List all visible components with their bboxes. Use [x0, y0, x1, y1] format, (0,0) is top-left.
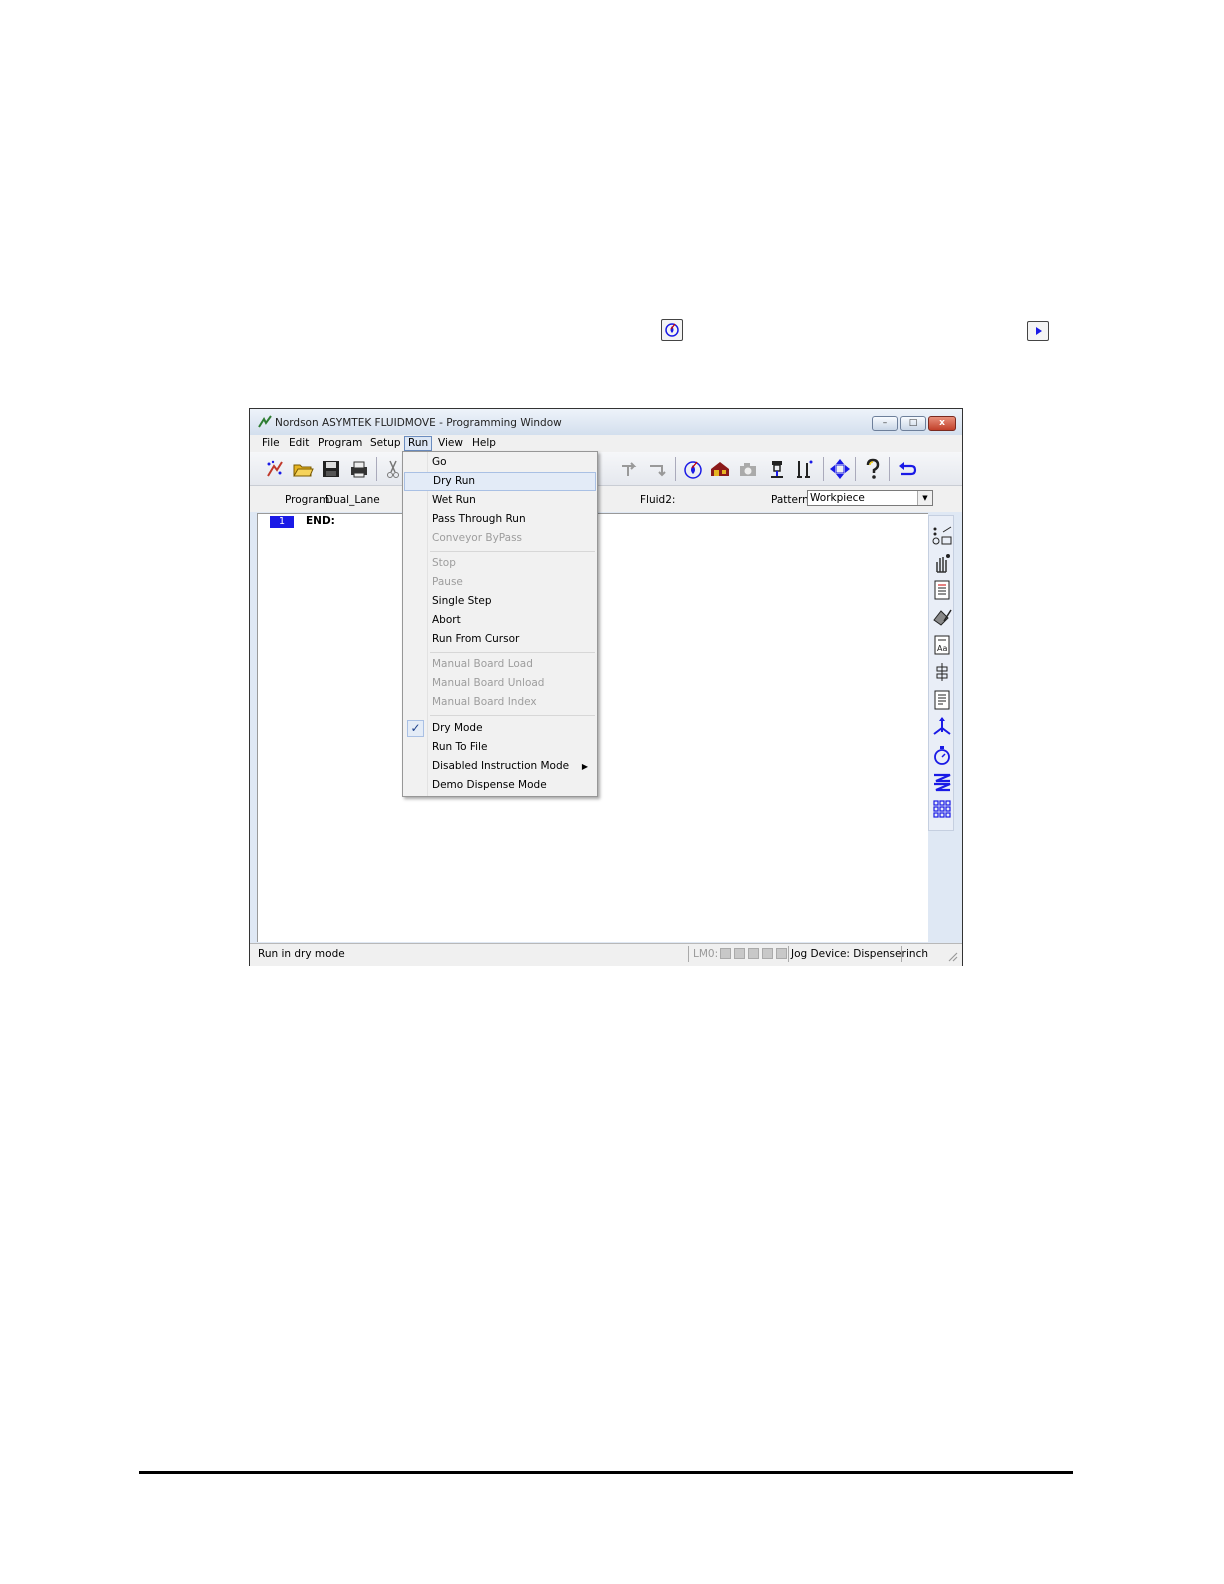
report-icon[interactable]: Aa — [931, 634, 953, 656]
help-icon[interactable] — [862, 458, 884, 480]
menu-view[interactable]: View — [435, 436, 466, 451]
menu-item-run-to-file[interactable]: Run To File — [404, 738, 596, 757]
status-message: Run in dry mode — [258, 948, 345, 960]
menu-item-run-from-cursor[interactable]: Run From Cursor — [404, 630, 596, 649]
tools-icon[interactable] — [931, 606, 953, 628]
program-value: Dual_Lane — [325, 494, 380, 506]
undo-icon[interactable] — [896, 458, 918, 480]
lm-indicator — [734, 948, 745, 959]
open-icon[interactable] — [292, 458, 314, 480]
status-bar: Run in dry mode LM0: Jog Device: Dispens… — [250, 943, 962, 966]
menu-program[interactable]: Program — [315, 436, 365, 451]
menu-item-manual-board-index: Manual Board Index — [432, 696, 537, 708]
page-footer-rule — [139, 1471, 1073, 1474]
status-divider — [688, 946, 689, 962]
lm-indicator — [776, 948, 787, 959]
program-info-bar: Program: Dual_Lane Fluid2: Pattern Workp… — [250, 486, 962, 512]
chevron-down-icon[interactable]: ▼ — [917, 491, 932, 505]
purge-icon — [661, 319, 683, 341]
step-back-icon[interactable] — [646, 458, 668, 480]
menu-item-conveyor-bypass: Conveyor ByPass — [432, 532, 523, 544]
save-icon[interactable] — [320, 458, 342, 480]
run-menu-dropdown: Go Dry Run Wet Run Pass Through Run Conv… — [402, 451, 598, 797]
step-over-icon[interactable] — [618, 458, 640, 480]
lm-indicator — [748, 948, 759, 959]
home-icon[interactable] — [709, 458, 731, 480]
align-icon[interactable] — [931, 661, 953, 683]
calibrate-icon[interactable] — [794, 458, 816, 480]
menu-separator — [430, 551, 595, 552]
menu-item-dry-mode[interactable]: ✓ Dry Mode — [404, 719, 596, 738]
menu-item-pass-through-run[interactable]: Pass Through Run — [404, 510, 596, 529]
pattern-label: Pattern — [771, 494, 809, 506]
menu-item-manual-board-load: Manual Board Load — [432, 658, 533, 670]
fluid-label: Fluid2: — [640, 494, 676, 506]
purge-icon[interactable] — [682, 458, 704, 480]
menu-setup[interactable]: Setup — [367, 436, 404, 451]
lm-indicator — [720, 948, 731, 959]
new-icon[interactable] — [264, 458, 286, 480]
program-line[interactable]: END: — [306, 515, 335, 527]
lm-indicator — [762, 948, 773, 959]
pattern-select[interactable]: Workpiece ▼ — [807, 490, 933, 506]
title-bar: Nordson ASYMTEK FLUIDMOVE - Programming … — [250, 409, 962, 436]
svg-text:Aa: Aa — [937, 644, 947, 653]
print-icon[interactable] — [348, 458, 370, 480]
jog-icon[interactable] — [829, 458, 851, 480]
menu-item-demo-dispense-mode[interactable]: Demo Dispense Mode — [404, 776, 596, 795]
document-icon[interactable] — [931, 579, 953, 601]
grid-icon[interactable] — [931, 798, 953, 820]
status-divider — [788, 946, 789, 962]
toolbar-separator — [855, 457, 856, 481]
toolbar — [250, 452, 962, 486]
resize-grip-icon[interactable] — [946, 950, 958, 962]
menu-separator — [430, 652, 595, 653]
submenu-arrow-icon: ▶ — [581, 762, 588, 771]
units-status: inch — [906, 948, 928, 960]
side-toolbar: Aa — [928, 513, 956, 941]
menu-item-wet-run[interactable]: Wet Run — [404, 491, 596, 510]
maximize-button[interactable]: □ — [900, 416, 926, 431]
cut-icon[interactable] — [382, 458, 404, 480]
play-icon — [1027, 321, 1049, 341]
menu-item-pause: Pause — [432, 576, 463, 588]
menu-run[interactable]: Run — [404, 436, 433, 451]
line-number: 1 — [270, 516, 294, 528]
menu-separator — [430, 715, 595, 716]
menu-item-go[interactable]: Go — [404, 453, 596, 472]
menu-item-stop: Stop — [432, 557, 456, 569]
menu-item-dry-run[interactable]: Dry Run — [404, 472, 596, 491]
zz-icon[interactable] — [931, 771, 953, 793]
timer-icon[interactable] — [931, 744, 953, 766]
jog-device-status: Jog Device: Dispenser — [791, 948, 906, 960]
check-icon: ✓ — [407, 720, 424, 737]
camera-icon[interactable] — [737, 458, 759, 480]
side-toolbar-panel: Aa — [928, 515, 954, 831]
dot-line-icon[interactable] — [931, 524, 953, 546]
status-divider — [901, 946, 902, 962]
menu-item-single-step[interactable]: Single Step — [404, 592, 596, 611]
toolbar-separator — [675, 457, 676, 481]
menu-file[interactable]: File — [259, 436, 283, 451]
toolbar-separator — [376, 457, 377, 481]
menu-item-abort[interactable]: Abort — [404, 611, 596, 630]
menu-item-disabled-instruction-mode[interactable]: Disabled Instruction Mode ▶ — [404, 757, 596, 776]
hand-icon[interactable] — [931, 552, 953, 574]
move-icon[interactable] — [931, 716, 953, 738]
menu-item-manual-board-unload: Manual Board Unload — [432, 677, 545, 689]
pattern-value: Workpiece — [810, 492, 865, 504]
toolbar-separator — [823, 457, 824, 481]
close-button[interactable]: x — [928, 416, 956, 431]
app-logo-icon — [258, 415, 272, 428]
menu-bar: File Edit Program Setup Run View Help — [250, 435, 962, 452]
list-icon[interactable] — [931, 689, 953, 711]
menu-edit[interactable]: Edit — [286, 436, 312, 451]
minimize-button[interactable]: – — [872, 416, 898, 431]
toolbar-separator — [889, 457, 890, 481]
window-title: Nordson ASYMTEK FLUIDMOVE - Programming … — [275, 417, 562, 429]
menu-help[interactable]: Help — [469, 436, 499, 451]
lm-label: LM0: — [693, 948, 719, 960]
dispenser-icon[interactable] — [766, 458, 788, 480]
programming-window: Nordson ASYMTEK FLUIDMOVE - Programming … — [249, 408, 963, 966]
